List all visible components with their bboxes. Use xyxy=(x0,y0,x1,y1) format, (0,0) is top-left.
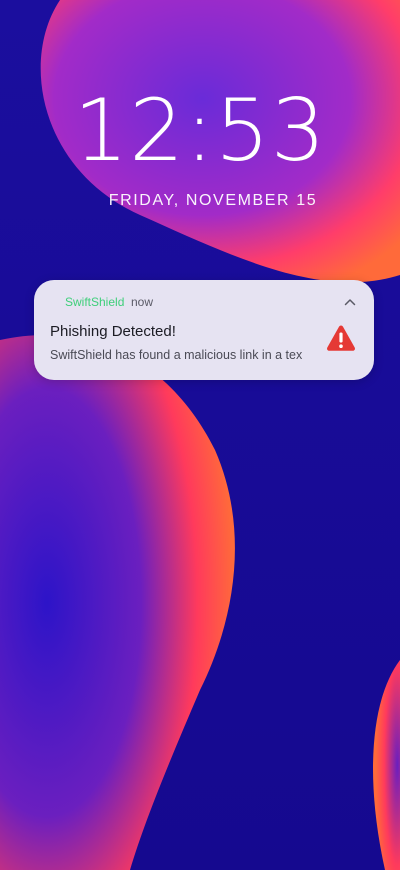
notification-header: SwiftShield now xyxy=(34,293,374,311)
collapse-button[interactable] xyxy=(340,293,360,311)
warning-icon xyxy=(327,325,355,351)
lockscreen-date: FRIDAY, NOVEMBER 15 xyxy=(108,192,318,209)
notification-title: Phishing Detected! xyxy=(50,323,176,340)
notification-app-name: SwiftShield xyxy=(65,295,125,309)
lockscreen-clock: 12:53 xyxy=(73,81,327,181)
chevron-up-icon xyxy=(344,299,356,306)
notification-body: SwiftShield has found a malicious link i… xyxy=(50,348,303,362)
notification-time: now xyxy=(131,295,154,309)
phishing-notification[interactable]: SwiftShield now Phishing Detected! Swift… xyxy=(34,280,374,380)
shield-icon xyxy=(49,296,59,308)
lock-screen: 12:53 FRIDAY, NOVEMBER 15 SwiftShield no… xyxy=(0,0,400,870)
